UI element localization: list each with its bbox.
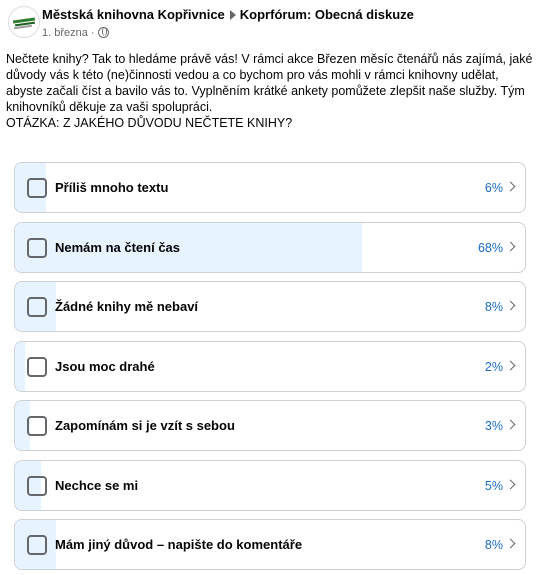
caret-right-icon	[229, 10, 236, 20]
poll-option[interactable]: Příliš mnoho textu 6%	[14, 162, 526, 213]
poll-checkbox[interactable]	[27, 475, 47, 496]
poll-option-label: Mám jiný důvod – napište do komentáře	[55, 537, 303, 552]
chevron-right-icon[interactable]	[505, 419, 516, 430]
post-text-line: knihovníků děkuje za vaši spolupráci.	[6, 100, 213, 114]
post-text-line: důvody vás k této (ne)činnosti vedou a c…	[6, 68, 499, 82]
poll-option[interactable]: Mám jiný důvod – napište do komentáře 8%	[14, 519, 526, 570]
poll-option-percent[interactable]: 8%	[485, 538, 503, 552]
poll-option-fill	[15, 341, 26, 391]
meta-separator: ·	[90, 27, 95, 39]
post-header: Městská knihovna Kopřivnice Koprfórum: Ob…	[8, 6, 548, 42]
poll-option[interactable]: Žádné knihy mě nebaví 8%	[14, 281, 526, 332]
group-name-link[interactable]: Městská knihovna Kopřivnice	[42, 7, 225, 22]
chevron-right-icon[interactable]	[505, 241, 516, 251]
poll-checkbox[interactable]	[27, 178, 47, 198]
poll-option-percent[interactable]: 3%	[485, 419, 503, 433]
poll-option-percent[interactable]: 2%	[485, 360, 503, 374]
poll-option-label: Zapomínám si je vzít s sebou	[55, 418, 235, 433]
poll-option-label: Příliš mnoho textu	[55, 180, 169, 195]
chevron-right-icon[interactable]	[505, 181, 516, 192]
poll-option-percent[interactable]: 5%	[485, 479, 503, 493]
forum-name-link[interactable]: Koprfórum: Obecná diskuze	[240, 7, 414, 22]
poll-checkbox[interactable]	[27, 237, 47, 258]
post-text-line: Nečtete knihy? Tak to hledáme právě vás!…	[6, 52, 533, 66]
poll-option-percent[interactable]: 6%	[485, 181, 503, 195]
poll-checkbox[interactable]	[27, 416, 47, 436]
post-question: OTÁZKA: Z JAKÉHO DŮVODU NEČTETE KNIHY?	[6, 116, 293, 130]
poll-checkbox[interactable]	[27, 297, 47, 317]
poll-option[interactable]: Nechce se mi 5%	[14, 459, 526, 511]
poll: Příliš mnoho textu 6% Nemám na čtení čas…	[14, 162, 526, 575]
post-body: Nečtete knihy? Tak to hledáme právě vás!…	[6, 51, 552, 131]
poll-option-label: Žádné knihy mě nebaví	[55, 299, 199, 314]
post-date[interactable]: 1. března	[42, 27, 88, 39]
poll-option[interactable]: Jsou moc drahé 2%	[14, 340, 526, 392]
poll-checkbox[interactable]	[27, 535, 47, 555]
poll-option[interactable]: Nemám na čtení čas 68%	[14, 221, 526, 273]
poll-option-label: Nechce se mi	[55, 477, 139, 493]
globe-icon[interactable]	[97, 27, 109, 38]
chevron-right-icon[interactable]	[505, 479, 516, 489]
poll-option-percent[interactable]: 8%	[485, 300, 503, 314]
chevron-right-icon[interactable]	[505, 300, 516, 311]
poll-option[interactable]: Zapomínám si je vzít s sebou 3%	[14, 400, 526, 451]
poll-option-percent[interactable]: 68%	[478, 241, 503, 255]
poll-checkbox[interactable]	[27, 356, 47, 377]
post-author-line: Městská knihovna Kopřivnice Koprfórum: Ob…	[42, 7, 414, 22]
group-avatar[interactable]	[8, 6, 40, 38]
post-meta: 1. března ·	[42, 27, 109, 39]
poll-option-label: Nemám na čtení čas	[55, 239, 181, 255]
poll-option-label: Jsou moc drahé	[55, 358, 155, 374]
post-text-line: abyste začali číst a bavilo vás to. Vypl…	[6, 84, 525, 98]
chevron-right-icon[interactable]	[505, 360, 516, 370]
chevron-right-icon[interactable]	[505, 538, 516, 549]
